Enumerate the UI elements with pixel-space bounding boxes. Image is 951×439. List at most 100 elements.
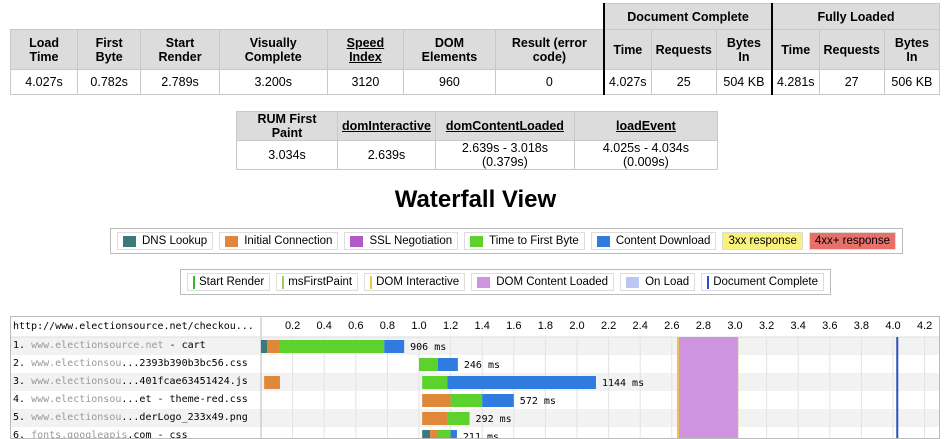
doc-complete-title: Document Complete (603, 3, 773, 30)
value-dom-elements: 960 (403, 69, 496, 95)
tick-label: 3.2 (759, 320, 774, 332)
ttfb-swatch (470, 235, 484, 247)
tick-label: 2.2 (601, 320, 616, 332)
value-dc-time: 4.027s (603, 69, 652, 95)
legend-on-load: On Load (620, 273, 696, 291)
tick-label: 1.8 (538, 320, 553, 332)
value-dom-content-loaded: 2.639s - 3.018s (0.379s) (434, 140, 575, 170)
legend-label: Document Complete (713, 276, 819, 288)
request-bar-segment (450, 430, 457, 438)
dom-interactive-marker (370, 275, 373, 289)
header-load-time: Load Time (9, 29, 79, 70)
legend-start-render: Start Render (187, 273, 271, 291)
request-row-label[interactable]: 5. www.electionsou...derLogo_233x49.png (13, 412, 248, 423)
request-row-label[interactable]: 3. www.electionsou...401fcae63451424.js (13, 376, 248, 387)
waterfall-header-url[interactable]: http://www.electionsource.net/checkou... (13, 321, 254, 332)
tick-label: 3.6 (822, 320, 837, 332)
value-fl-time: 4.281s (770, 69, 820, 95)
rum-table: RUM First Paint domInteractive domConten… (236, 111, 718, 170)
speed-index-link[interactable]: Speed Index (326, 29, 405, 70)
request-bar-segment (422, 394, 451, 407)
row-number: 3. (13, 376, 32, 387)
tick-label: 2.6 (664, 320, 679, 332)
legend-initial-connection: Initial Connection (219, 232, 339, 250)
value-fl-requests: 27 (818, 69, 885, 95)
tick-label: 0.2 (285, 320, 300, 332)
request-bar-segment (384, 340, 405, 353)
value-load-time: 4.027s (9, 69, 79, 95)
request-duration: 906 ms (410, 342, 446, 353)
legend-dns-lookup: DNS Lookup (117, 232, 214, 250)
row-host: www.electionsou (31, 394, 122, 405)
tick-label: 0.8 (380, 320, 395, 332)
tick-label: 1.0 (411, 320, 426, 332)
value-dc-bytes: 504 KB (715, 69, 773, 95)
legend-page-events: Start Render msFirstPaint DOM Interactiv… (180, 269, 832, 295)
request-bar-segment (450, 394, 483, 407)
legend-label: Content Download (615, 235, 711, 247)
request-bar-segment (267, 340, 280, 353)
header-rum-first-paint: RUM First Paint (236, 111, 338, 141)
dom-content-loaded-link[interactable]: domContentLoaded (434, 111, 575, 141)
tick-label: 2.4 (633, 320, 648, 332)
request-row-label[interactable]: 1. www.electionsource.net - cart (13, 340, 206, 351)
value-fl-bytes: 506 KB (883, 69, 941, 95)
summary-blank-corner (10, 3, 605, 30)
row-host: www.electionsou (31, 376, 122, 387)
dns-swatch (123, 235, 136, 247)
row-file: ...2393b390b3bc56.css (121, 358, 248, 369)
legend-label: DOM Interactive (376, 276, 460, 288)
request-row-label[interactable]: 6. fonts.googleapis.com - css (13, 430, 188, 438)
legend-label: Start Render (199, 276, 265, 288)
waterfall-chart: 0.2 0.4 0.6 0.8 1.0 1.2 1.4 1.6 1.8 2.0 2.2 2.4 2.6 2… (10, 316, 940, 439)
dom-interactive-link[interactable]: domInteractive (337, 111, 436, 141)
row-number: 4. (13, 394, 32, 405)
request-bar-segment (279, 340, 385, 353)
request-bar-segment (430, 430, 438, 438)
request-row-label[interactable]: 4. www.electionsou...et - theme-red.css (13, 394, 248, 405)
legend-msfirstpaint: msFirstPaint (276, 273, 359, 291)
legend-document-complete: Document Complete (701, 273, 825, 291)
request-bar-segment (482, 394, 514, 407)
header-fl-time: Time (770, 29, 820, 70)
row-host: www.electionsou (31, 358, 122, 369)
row-number: 2. (13, 358, 32, 369)
tick-label: 0.4 (317, 320, 332, 332)
legend-label: DNS Lookup (142, 235, 208, 247)
tick-label: 3.0 (727, 320, 742, 332)
request-row-label[interactable]: 2. www.electionsou...2393b390b3bc56.css (13, 358, 248, 369)
waterfall-title: Waterfall View (394, 186, 557, 213)
value-speed-index: 3120 (326, 69, 405, 95)
header-dc-bytes: Bytes In (715, 29, 773, 70)
request-duration: 292 ms (476, 414, 512, 425)
request-bar-segment (422, 376, 448, 389)
legend-dom-content-loaded: DOM Content Loaded (471, 273, 615, 291)
row-file: ...et - theme-red.css (121, 394, 248, 405)
header-visually-complete: Visually Complete (218, 29, 328, 70)
connection-swatch (225, 235, 239, 247)
header-dom-elements: DOM Elements (403, 29, 496, 70)
tick-label: 3.4 (791, 320, 806, 332)
request-bar-segment (447, 412, 470, 425)
ssl-swatch (350, 235, 364, 247)
legend-label: DOM Content Loaded (496, 276, 609, 288)
fully-loaded-title: Fully Loaded (770, 3, 940, 30)
value-start-render: 2.789s (140, 69, 220, 95)
dom-content-loaded-band (677, 337, 738, 438)
load-event-link[interactable]: loadEvent (573, 111, 718, 141)
legend-request-phases: DNS Lookup Initial Connection SSL Negoti… (110, 228, 903, 254)
request-duration: 1144 ms (602, 378, 644, 389)
tick-label: 0.6 (348, 320, 363, 332)
row-file: ...derLogo_233x49.png (121, 412, 248, 423)
on-load-swatch (626, 276, 640, 288)
tick-label: 2.0 (569, 320, 584, 332)
request-bar-segment (422, 430, 431, 438)
tick-label: 1.2 (443, 320, 458, 332)
value-load-event: 4.025s - 4.034s (0.009s) (573, 140, 718, 170)
legend-content-download: Content Download (590, 232, 717, 250)
legend-label: msFirstPaint (288, 276, 353, 288)
header-dc-requests: Requests (650, 29, 717, 70)
legend-label: Time to First Byte (489, 235, 579, 247)
request-bar-segment (264, 376, 280, 389)
tick-label: 4.0 (885, 320, 900, 332)
